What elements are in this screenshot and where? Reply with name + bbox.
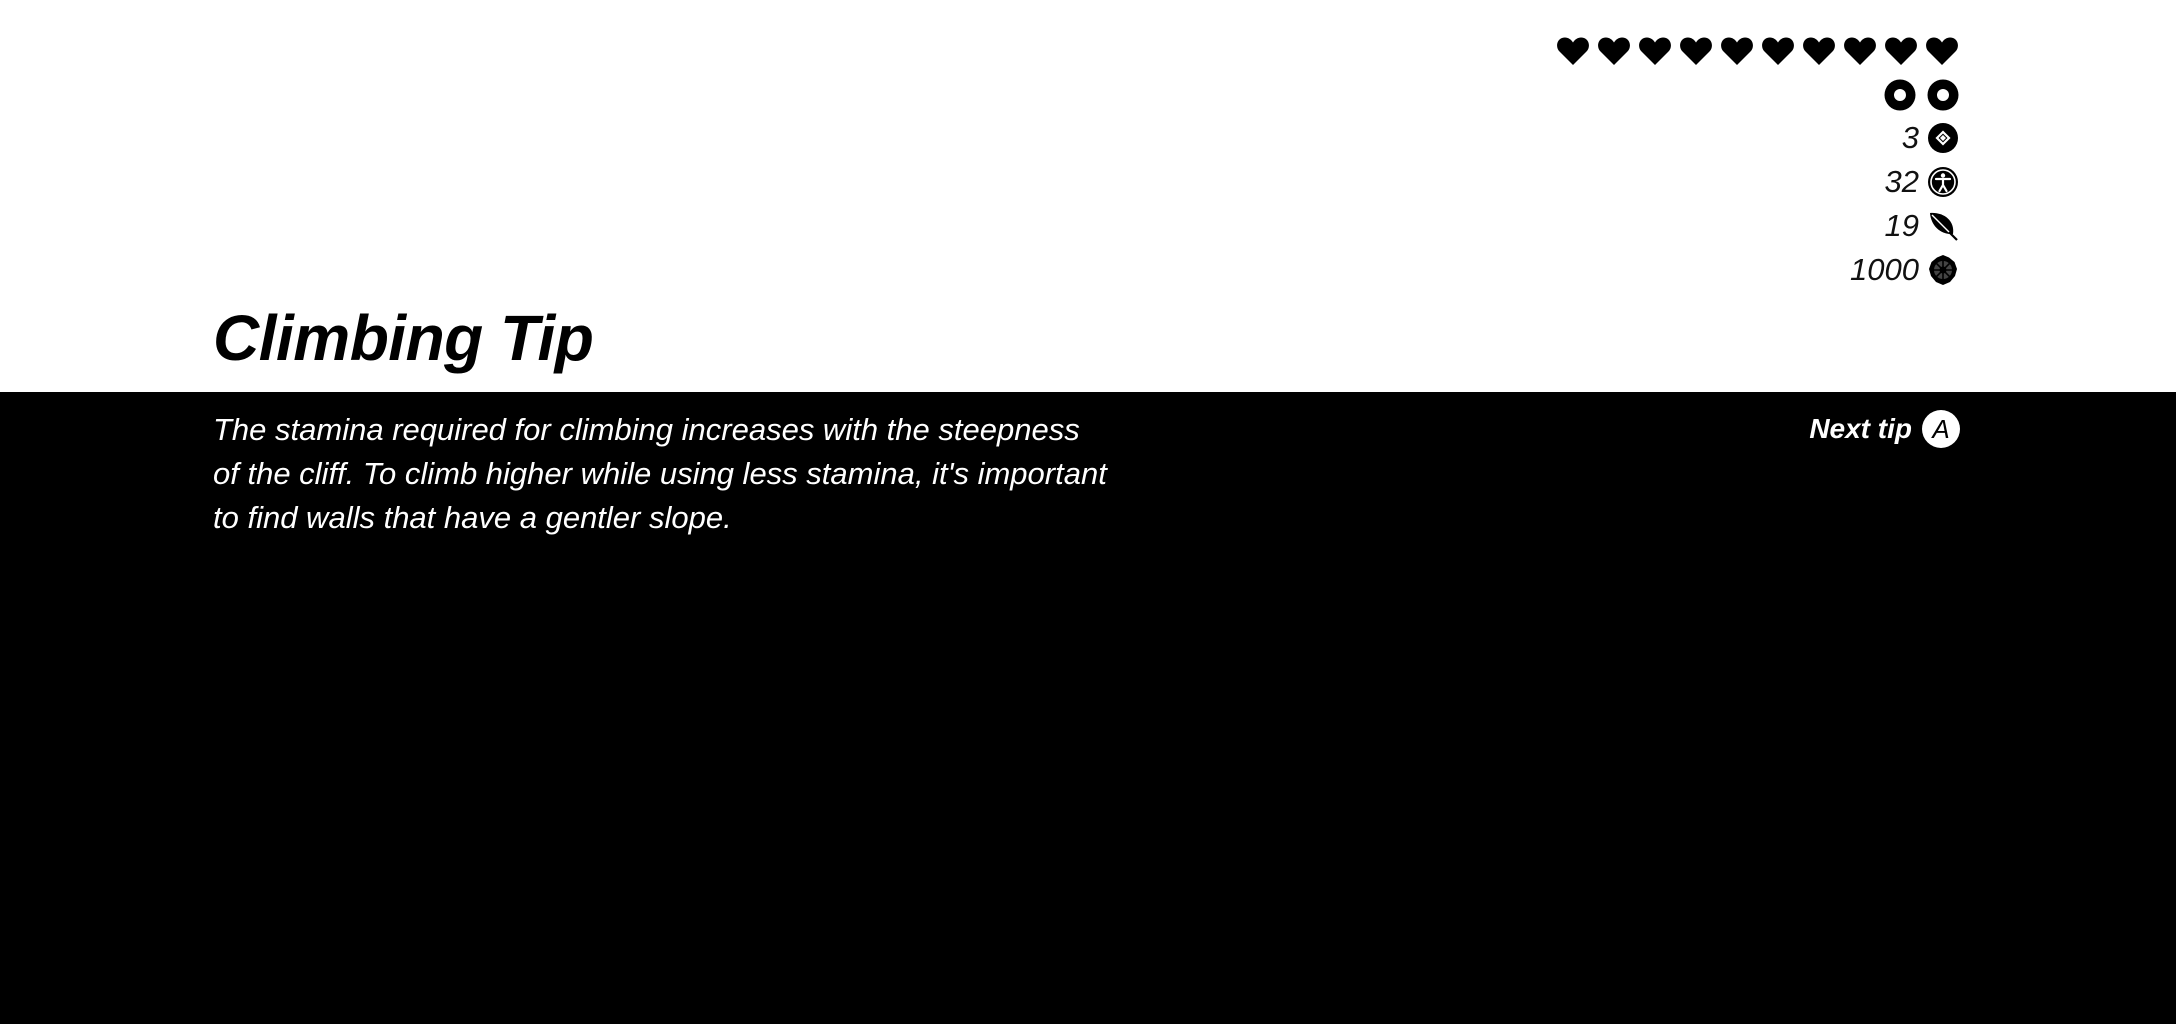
heart-icon — [1884, 36, 1918, 66]
heart-icon — [1925, 36, 1959, 66]
figure-icon — [1927, 166, 1959, 198]
next-tip-label: Next tip — [1809, 413, 1912, 444]
stat-leaf: 19 — [1850, 204, 1959, 248]
rupee-gem-icon — [1927, 122, 1959, 154]
heart-icon — [1761, 36, 1795, 66]
heart-icon — [1556, 36, 1590, 66]
heart-icon — [1638, 36, 1672, 66]
stat-value: 19 — [1884, 208, 1919, 243]
tip-title: Climbing Tip — [213, 302, 594, 374]
hearts-row — [1556, 34, 1959, 68]
a-button-icon: A — [1922, 410, 1960, 448]
tip-text: The stamina required for climbing increa… — [213, 412, 1107, 535]
heart-icon — [1597, 36, 1631, 66]
heart-icon — [1679, 36, 1713, 66]
stat-value: 1000 — [1850, 252, 1919, 287]
stamina-wheel-icon — [1884, 79, 1916, 111]
stat-value: 3 — [1901, 120, 1919, 155]
stamina-row — [1884, 78, 1959, 112]
heart-icon — [1843, 36, 1877, 66]
stat-figure: 32 — [1850, 160, 1959, 204]
heart-icon — [1802, 36, 1836, 66]
stamina-wheel-icon — [1927, 79, 1959, 111]
heart-icon — [1720, 36, 1754, 66]
stats-list: 3 32 19 1000 — [1850, 116, 1959, 292]
stat-value: 32 — [1884, 164, 1919, 199]
hud: 3 32 19 1000 — [1556, 34, 1959, 292]
stat-rupees: 3 — [1850, 116, 1959, 160]
cog-emblem-icon — [1927, 254, 1959, 286]
loading-screen: 3 32 19 1000 Climbing Tip The stamina re… — [0, 0, 2176, 1024]
leaf-icon — [1927, 210, 1959, 242]
stat-cog: 1000 — [1850, 248, 1959, 292]
next-tip-button[interactable]: Next tip A — [1809, 410, 1960, 448]
